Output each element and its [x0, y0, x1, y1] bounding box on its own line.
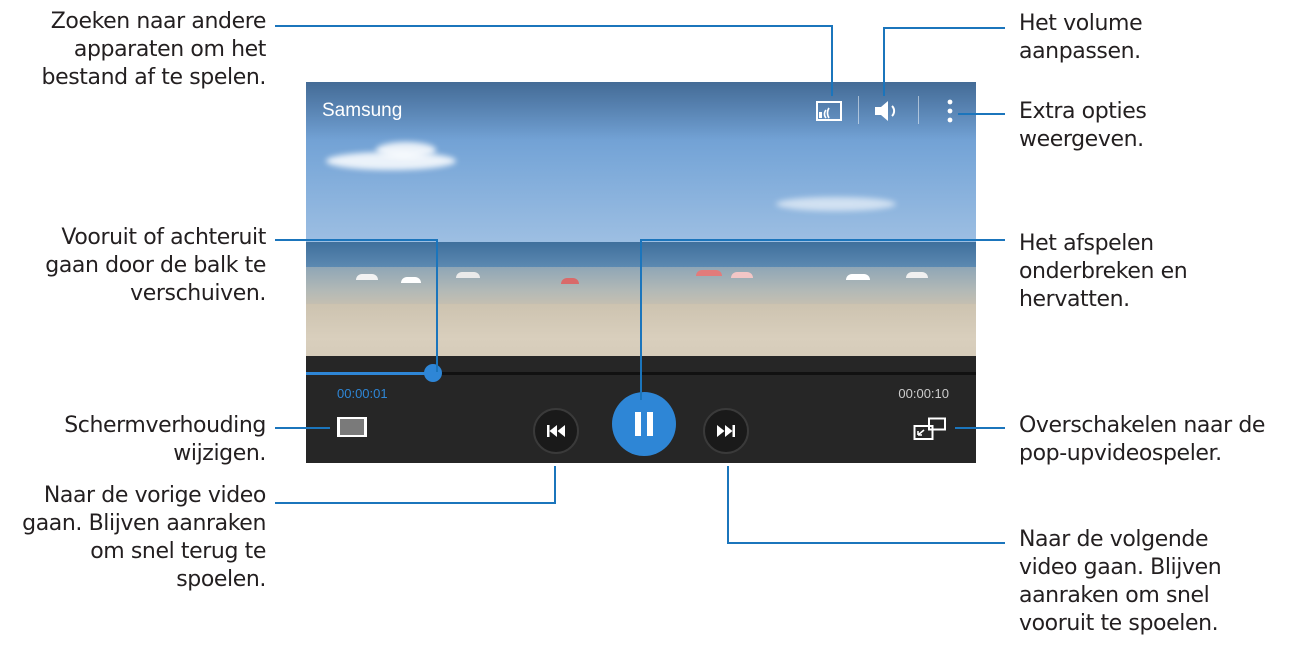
- next-icon: [717, 425, 735, 437]
- video-umbrella: [731, 272, 753, 278]
- video-umbrella: [401, 277, 421, 283]
- pause-icon: [635, 412, 653, 436]
- toolbar-divider: [918, 96, 919, 124]
- progress-slider-handle[interactable]: [424, 364, 443, 382]
- callout-volume: Het volume aanpassen.: [1019, 11, 1143, 64]
- video-cloud: [376, 142, 436, 158]
- previous-icon: [547, 425, 565, 437]
- video-umbrella: [561, 278, 579, 284]
- callout-popup-player: Overschakelen naar de pop-upvideospeler.: [1019, 413, 1266, 466]
- video-umbrella: [906, 272, 928, 278]
- video-sea: [306, 242, 976, 267]
- callout-more-options: Extra opties weergeven.: [1019, 99, 1147, 152]
- aspect-ratio-icon[interactable]: [336, 416, 368, 438]
- video-umbrella: [696, 270, 722, 276]
- video-cloud: [776, 197, 896, 211]
- screen-mirroring-icon[interactable]: [815, 98, 845, 124]
- volume-icon[interactable]: [872, 98, 902, 124]
- more-options-icon[interactable]: [935, 98, 965, 124]
- video-shore: [306, 267, 976, 307]
- callout-next: Naar de volgende video gaan. Blijven aan…: [1019, 527, 1222, 636]
- callout-seek: Vooruit of achteruit gaan door de balk t…: [45, 225, 266, 306]
- player-controls: 00:00:01 00:00:10: [306, 356, 976, 463]
- total-time: 00:00:10: [898, 386, 949, 401]
- callout-search-devices: Zoeken naar andere apparaten om het best…: [41, 9, 267, 90]
- video-title: Samsung: [322, 100, 403, 121]
- pause-button[interactable]: [612, 392, 676, 456]
- previous-button[interactable]: [533, 408, 579, 454]
- video-umbrella: [846, 274, 870, 280]
- elapsed-time: 00:00:01: [337, 386, 388, 401]
- leader-next: [727, 466, 1005, 544]
- video-umbrella: [456, 272, 480, 278]
- video-umbrella: [356, 274, 378, 280]
- video-player-screen[interactable]: Samsung 00:00:01 00:00:10: [306, 82, 976, 463]
- callout-aspect-ratio: Schermverhouding wijzigen.: [64, 413, 266, 466]
- callout-pause-resume: Het afspelen onderbreken en hervatten.: [1019, 231, 1188, 312]
- progress-fill: [306, 372, 434, 375]
- callout-previous: Naar de vorige video gaan. Blijven aanra…: [22, 483, 266, 592]
- leader-previous: [275, 466, 556, 504]
- next-button[interactable]: [703, 408, 749, 454]
- toolbar-divider: [858, 96, 859, 124]
- popup-player-icon[interactable]: [913, 417, 947, 441]
